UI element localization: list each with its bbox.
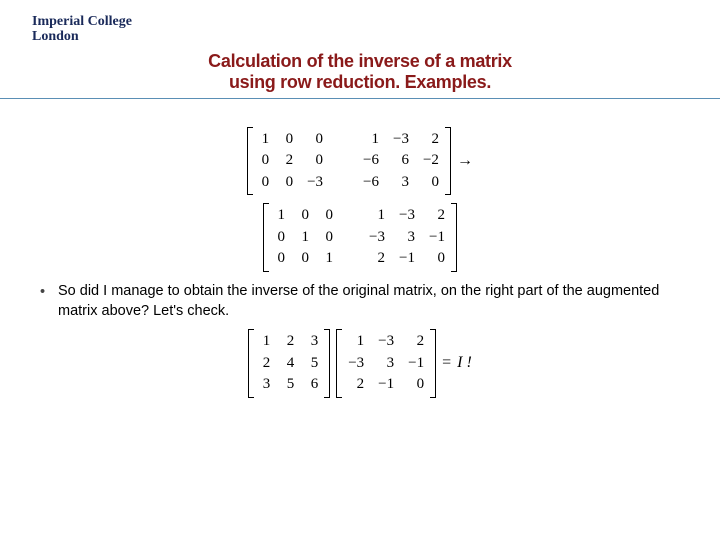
- bracket-right: [445, 127, 451, 196]
- logo-line-2: London: [32, 29, 720, 44]
- bullet-marker: •: [40, 282, 58, 302]
- page-title: Calculation of the inverse of a matrix u…: [0, 51, 720, 94]
- bracket-right: [430, 329, 436, 398]
- header: Imperial College London Calculation of t…: [0, 0, 720, 99]
- matrix-B: 1−32 −33−1 2−10: [336, 329, 436, 398]
- content: 100 020 00−3 1−6−6 −363 2−20 → 100 010 0…: [0, 99, 720, 398]
- matrix-left-block: 100 010 001: [269, 203, 339, 272]
- matrix-B-cols: 1−32 −33−1 2−10: [342, 329, 430, 398]
- title-line-1: Calculation of the inverse of a matrix: [0, 51, 720, 73]
- bullet-item: • So did I manage to obtain the inverse …: [40, 282, 680, 321]
- matrix-product-check: 123 245 356 1−32 −33−1 2−10 = I !: [40, 329, 680, 398]
- matrix-step-1: 100 020 00−3 1−6−6 −363 2−20 →: [40, 127, 680, 196]
- bullet-text: So did I manage to obtain the inverse of…: [58, 282, 680, 321]
- matrix-A: 123 245 356: [248, 329, 330, 398]
- matrix-gap: [329, 127, 357, 196]
- title-line-2: using row reduction. Examples.: [0, 72, 720, 94]
- matrix-right-block: 1−6−6 −363 2−20: [357, 127, 445, 196]
- logo-line-1: Imperial College: [32, 14, 720, 29]
- identity-result: I !: [457, 354, 472, 372]
- bracket-right: [451, 203, 457, 272]
- matrix-step-2: 100 010 001 1−32 −33−1 2−10: [40, 203, 680, 272]
- augmented-matrix-1: 100 020 00−3 1−6−6 −363 2−20: [247, 127, 451, 196]
- augmented-matrix-2: 100 010 001 1−32 −33−1 2−10: [263, 203, 457, 272]
- arrow-icon: →: [457, 152, 473, 170]
- matrix-right-block: 1−32 −33−1 2−10: [363, 203, 451, 272]
- logo: Imperial College London: [32, 14, 720, 45]
- matrix-left-block: 100 020 00−3: [253, 127, 329, 196]
- equals-sign: =: [442, 354, 451, 372]
- matrix-gap: [339, 203, 363, 272]
- matrix-A-cols: 123 245 356: [254, 329, 324, 398]
